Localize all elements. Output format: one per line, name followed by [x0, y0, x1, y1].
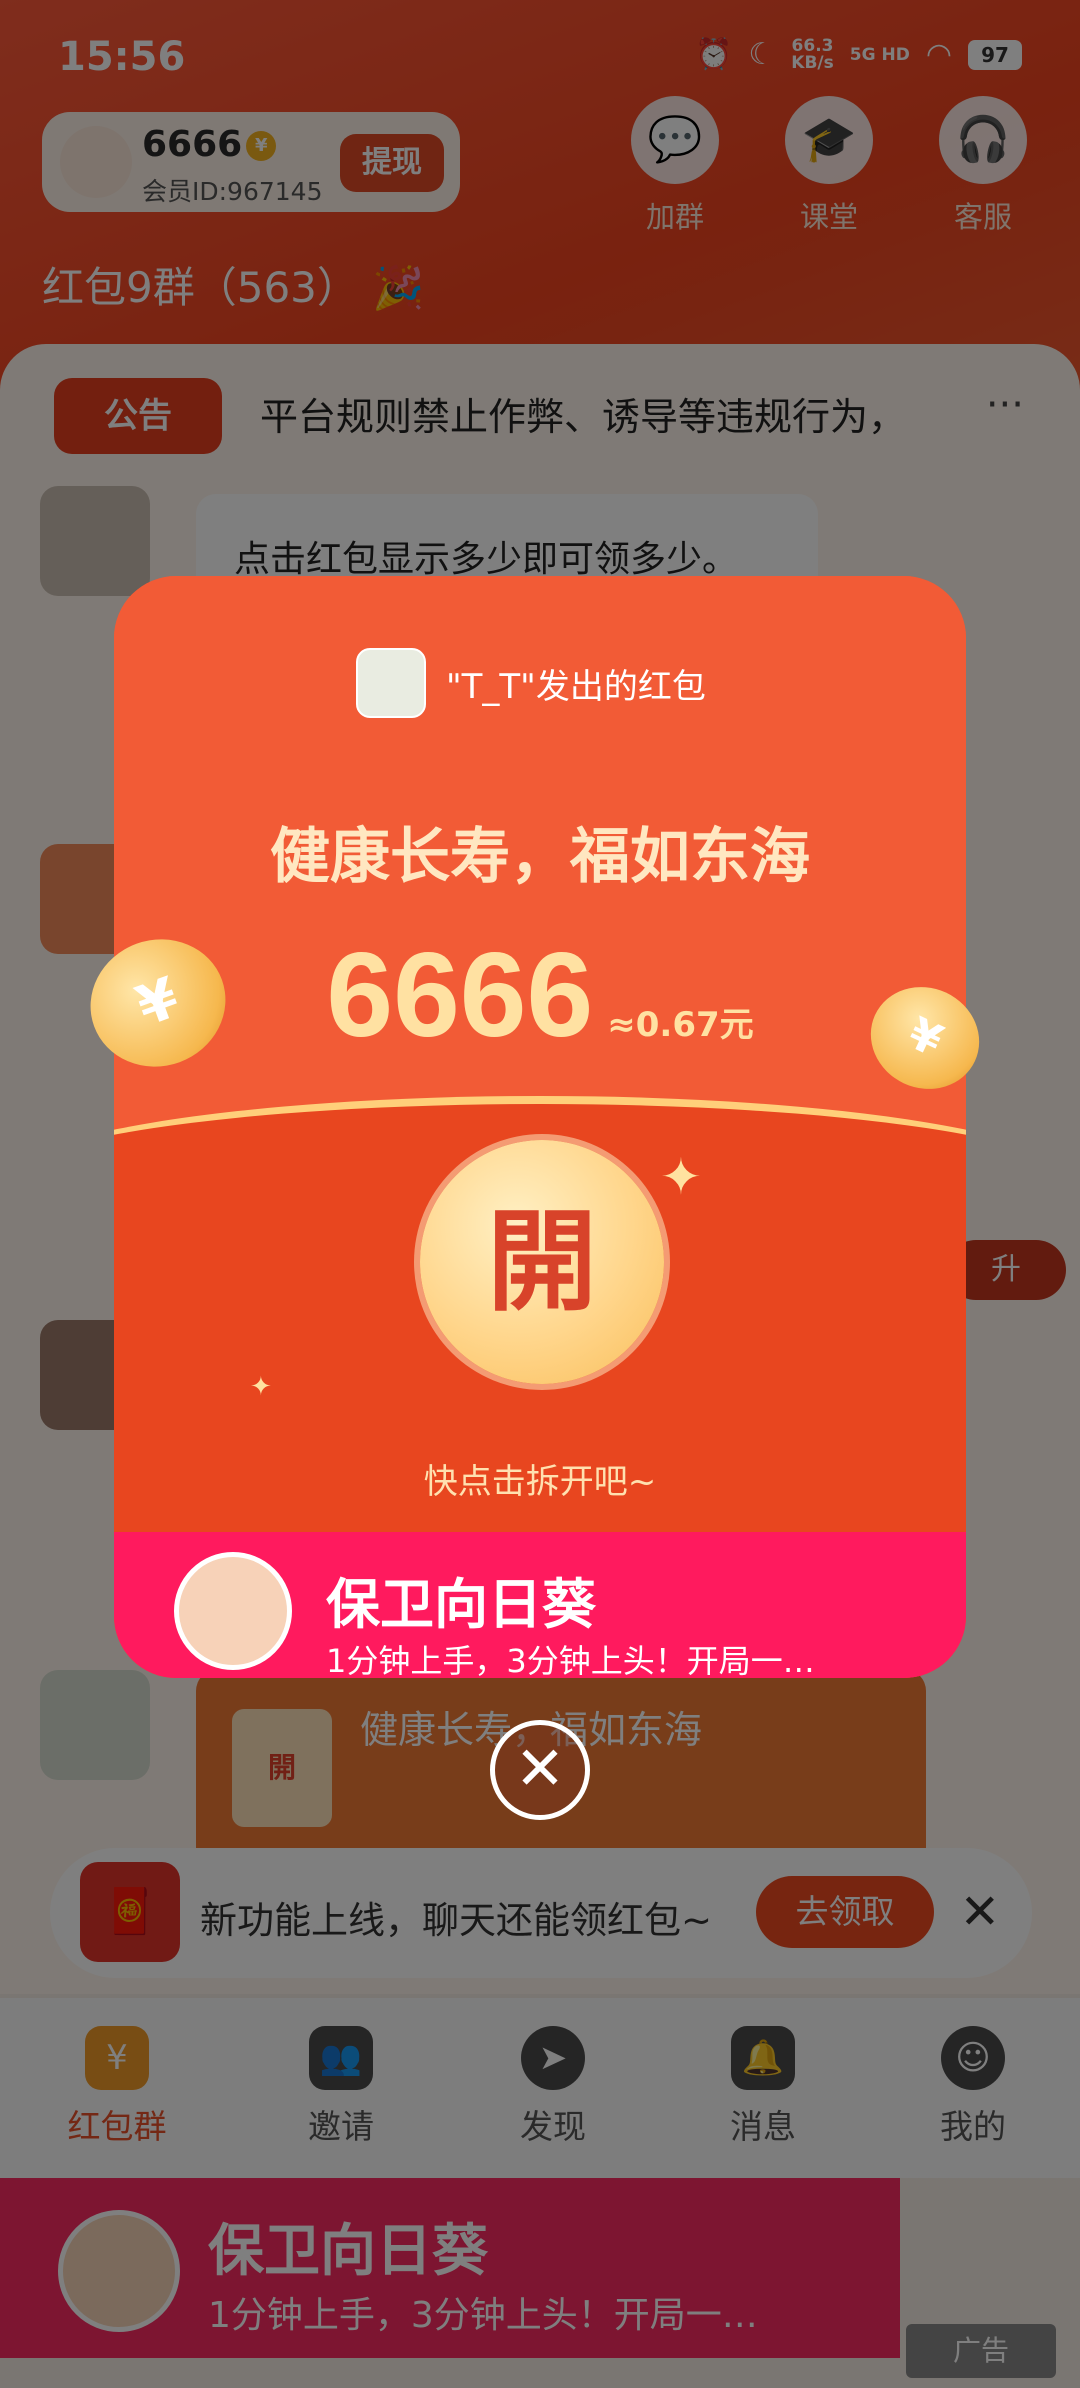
ad-avatar: [174, 1552, 292, 1670]
packet-ad-strip[interactable]: 保卫向日葵 1分钟上手，3分钟上头！开局一…: [114, 1532, 966, 1678]
packet-sender: "T_T"发出的红包: [356, 648, 706, 718]
red-packet-modal: "T_T"发出的红包 健康长寿，福如东海 6666 ≈0.67元 ✦ ✦ 開 快点…: [114, 576, 966, 1678]
packet-amount-row: 6666 ≈0.67元: [114, 926, 966, 1064]
sparkle-icon: ✦: [250, 1372, 272, 1402]
packet-amount-approx: ≈0.67元: [607, 1005, 754, 1045]
sparkle-icon: ✦: [660, 1148, 702, 1206]
open-red-packet-button[interactable]: 開: [420, 1140, 664, 1384]
sender-avatar: [356, 648, 426, 718]
close-modal-button[interactable]: ✕: [490, 1720, 590, 1820]
packet-blessing: 健康长寿，福如东海: [270, 822, 810, 892]
packet-amount: 6666: [326, 928, 594, 1062]
packet-hint: 快点击拆开吧~: [423, 1462, 657, 1502]
